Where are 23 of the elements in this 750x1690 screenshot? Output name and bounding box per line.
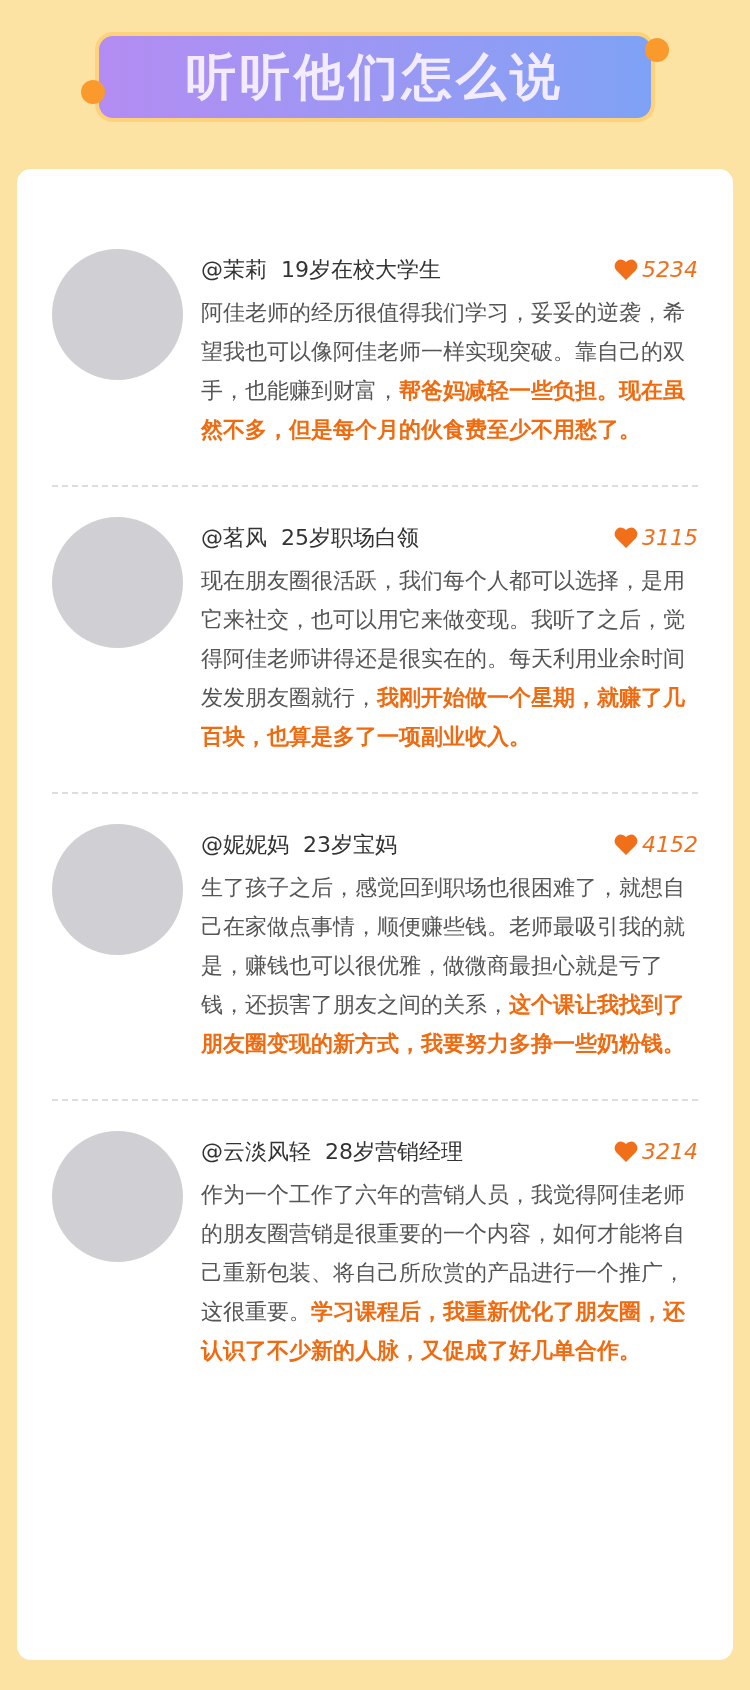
like-count: 4152 (642, 830, 698, 859)
dot-decoration (645, 38, 669, 62)
user-name: @茗风 (201, 523, 267, 552)
heart-icon (614, 258, 638, 280)
user-name: @茉莉 (201, 255, 267, 284)
heart-icon (614, 833, 638, 855)
testimonial-text: 阿佳老师的经历很值得我们学习，妥妥的逆袭，希望我也可以像阿佳老师一样实现突破。靠自己的双手，也能赚到财富，帮爸妈减轻一些负担。现在虽然不多，但是每个月的伙食费至少不用愁了。 (201, 299, 686, 444)
like-count: 3214 (642, 1137, 698, 1166)
testimonial-text: 作为一个工作了六年的营销人员，我觉得阿佳老师的朋友圈营销是很重要的一个内容，如何才能将自己重新包装、将自己所欣赏的产品进行一个推广，这很重要。学习课程后，我重新优化了朋友圈，还认识了不少新的人脉，又促成了好几单合作。 (201, 1181, 686, 1365)
user-description: 23岁宝妈 (303, 830, 397, 859)
heart-icon (614, 526, 638, 548)
dot-decoration (81, 80, 105, 104)
user-description: 25岁职场白领 (281, 523, 419, 552)
user-name: @妮妮妈 (201, 830, 289, 859)
user-description: 19岁在校大学生 (281, 255, 441, 284)
like-count: 3115 (642, 523, 698, 552)
testimonial-text: 现在朋友圈很活跃，我们每个人都可以选择，是用它来社交，也可以用它来做变现。我听了之后，觉得阿佳老师讲得还是很实在的。每天利用业余时间发发朋友圈就行，我刚开始做一个星期，就赚了几百块，也算是多了一项副业收入。 (201, 567, 686, 751)
like-count: 5234 (642, 255, 698, 284)
heart-icon (614, 1140, 638, 1162)
testimonial-text: 生了孩子之后，感觉回到职场也很困难了，就想自己在家做点事情，顺便赚些钱。老师最吸引我的就是，赚钱也可以很优雅，做微商最担心就是亏了钱，还损害了朋友之间的关系，这个课让我找到了朋友圈变现的新方式，我要努力多挣一些奶粉钱。 (201, 874, 686, 1058)
user-name: @云淡风轻 (201, 1137, 311, 1166)
user-description: 28岁营销经理 (325, 1137, 463, 1166)
section-title: 听听他们怎么说 (186, 46, 564, 108)
